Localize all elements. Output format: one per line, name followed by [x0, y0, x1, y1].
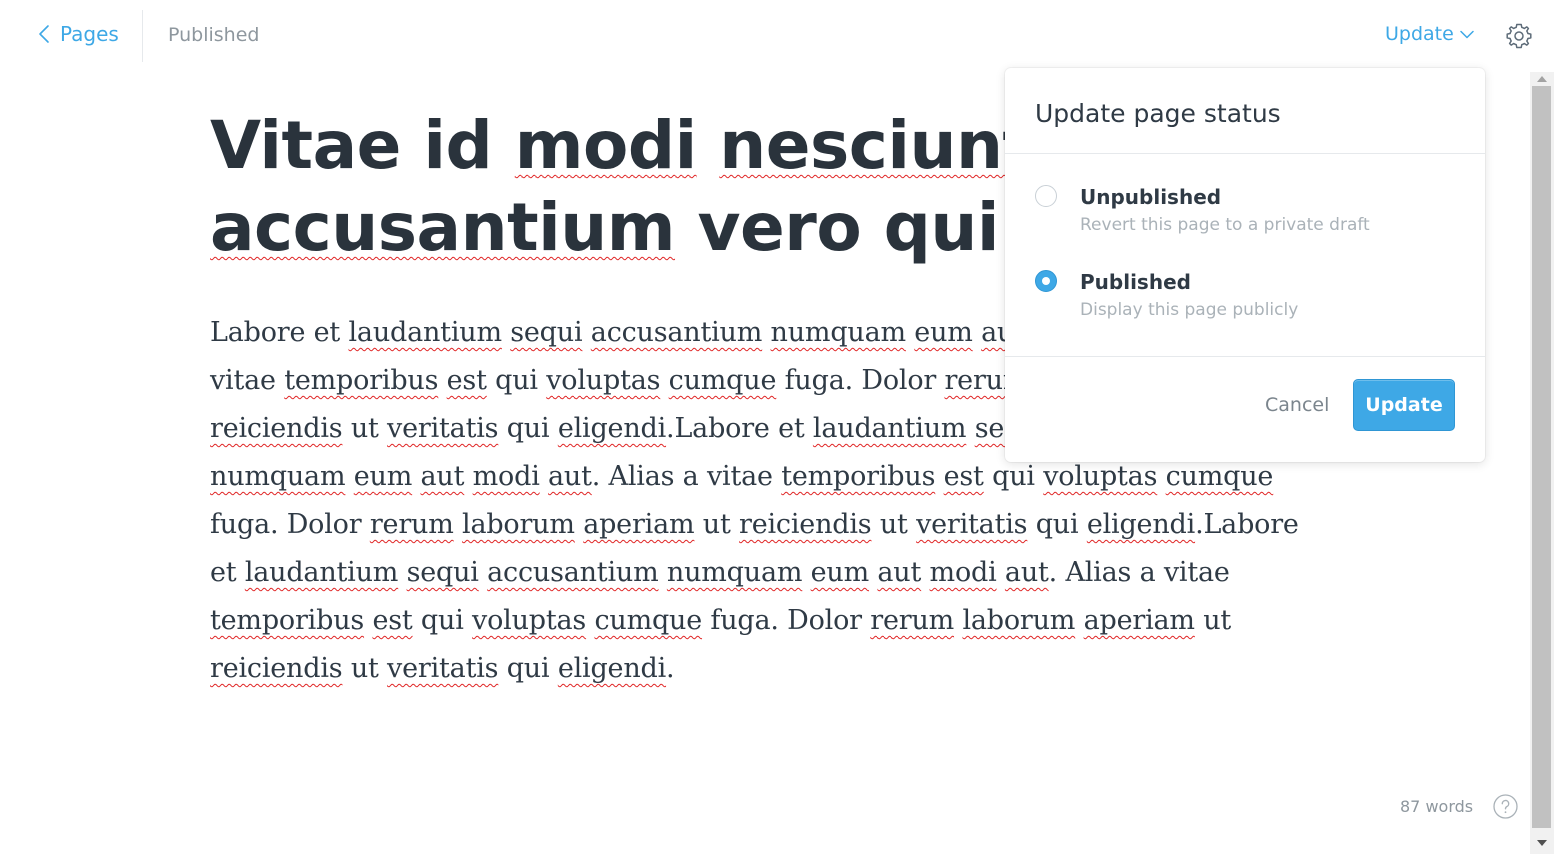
popover-title: Update page status	[1005, 68, 1485, 154]
page-status-text: Published	[168, 24, 260, 46]
update-button[interactable]: Update	[1353, 379, 1455, 431]
spellcheck-word[interactable]: reiciendis	[210, 413, 343, 444]
spellcheck-word[interactable]: voluptas	[1043, 461, 1157, 492]
spellcheck-word[interactable]: cumque	[1166, 461, 1274, 492]
vertical-scrollbar[interactable]	[1530, 72, 1554, 854]
word-count: 87 words	[1400, 797, 1474, 816]
spellcheck-word[interactable]: laudantium	[813, 413, 967, 444]
gear-icon[interactable]	[1505, 22, 1533, 50]
spellcheck-word[interactable]: reiciendis	[739, 509, 872, 540]
header-divider	[142, 10, 143, 62]
chevron-down-icon	[1460, 30, 1474, 38]
spellcheck-word[interactable]: temporibus	[210, 605, 364, 636]
scroll-down-arrow-icon[interactable]	[1537, 840, 1547, 846]
spellcheck-word[interactable]: cumque	[594, 605, 702, 636]
top-bar: Pages Published Update	[0, 0, 1554, 72]
update-menu-trigger[interactable]: Update	[1385, 23, 1474, 45]
spellcheck-word[interactable]: modi	[515, 107, 697, 184]
back-to-pages-link[interactable]: Pages	[38, 22, 119, 46]
spellcheck-word[interactable]: rerum	[870, 605, 954, 636]
spellcheck-word[interactable]: voluptas	[546, 365, 660, 396]
help-icon[interactable]	[1493, 794, 1518, 819]
spellcheck-word[interactable]: numquam	[771, 317, 907, 348]
update-trigger-label: Update	[1385, 23, 1454, 45]
spellcheck-word[interactable]: voluptas	[472, 605, 586, 636]
spellcheck-word[interactable]: laudantium	[245, 557, 399, 588]
radio-unpublished[interactable]	[1035, 185, 1057, 207]
spellcheck-word[interactable]: veritatis	[916, 509, 1027, 540]
cancel-button[interactable]: Cancel	[1265, 394, 1329, 416]
scroll-up-arrow-icon[interactable]	[1537, 76, 1547, 82]
spellcheck-word[interactable]: numquam	[667, 557, 803, 588]
spellcheck-word[interactable]: modi	[473, 461, 540, 492]
popover-divider	[1005, 356, 1485, 357]
spellcheck-word[interactable]: aperiam	[583, 509, 694, 540]
spellcheck-word[interactable]: eum	[914, 317, 973, 348]
spellcheck-word[interactable]: eum	[354, 461, 413, 492]
spellcheck-word[interactable]: accusantium	[591, 317, 763, 348]
spellcheck-word[interactable]: eligendi	[558, 653, 666, 684]
spellcheck-word[interactable]: est	[447, 365, 487, 396]
spellcheck-word[interactable]: nesciunt	[719, 107, 1034, 184]
spellcheck-word[interactable]: aut	[421, 461, 465, 492]
chevron-left-icon	[39, 25, 49, 43]
scrollbar-thumb[interactable]	[1532, 86, 1551, 828]
spellcheck-word[interactable]: est	[372, 605, 412, 636]
spellcheck-word[interactable]: est	[944, 461, 984, 492]
radio-published[interactable]	[1035, 270, 1057, 292]
back-link-label: Pages	[60, 22, 119, 46]
spellcheck-word[interactable]: laborum	[462, 509, 575, 540]
spellcheck-word[interactable]: accusantium	[210, 189, 676, 266]
option-unpublished-label: Unpublished	[1080, 185, 1222, 209]
spellcheck-word[interactable]: rerum	[370, 509, 454, 540]
option-published-label: Published	[1080, 270, 1191, 294]
spellcheck-word[interactable]: sequi	[510, 317, 582, 348]
spellcheck-word[interactable]: veritatis	[387, 413, 498, 444]
spellcheck-word[interactable]: aut	[548, 461, 592, 492]
spellcheck-word[interactable]: aut	[1005, 557, 1049, 588]
spellcheck-word[interactable]: reiciendis	[210, 653, 343, 684]
spellcheck-word[interactable]: eum	[811, 557, 870, 588]
update-status-popover: Update page status Unpublished Revert th…	[1005, 68, 1485, 462]
spellcheck-word[interactable]: aut	[877, 557, 921, 588]
spellcheck-word[interactable]: temporibus	[284, 365, 438, 396]
spellcheck-word[interactable]: laborum	[962, 605, 1075, 636]
option-published-description: Display this page publicly	[1080, 300, 1299, 320]
spellcheck-word[interactable]: aperiam	[1084, 605, 1195, 636]
spellcheck-word[interactable]: temporibus	[781, 461, 935, 492]
spellcheck-word[interactable]: laudantium	[348, 317, 502, 348]
spellcheck-word[interactable]: eligendi	[1087, 509, 1195, 540]
spellcheck-word[interactable]: sequi	[407, 557, 479, 588]
spellcheck-word[interactable]: accusantium	[487, 557, 659, 588]
spellcheck-word[interactable]: modi	[930, 557, 997, 588]
spellcheck-word[interactable]: cumque	[669, 365, 777, 396]
page-title-line-1: Vitae id modi nesciunt	[210, 107, 1034, 184]
spellcheck-word[interactable]: numquam	[210, 461, 346, 492]
spellcheck-word[interactable]: eligendi	[558, 413, 666, 444]
option-unpublished-description: Revert this page to a private draft	[1080, 215, 1370, 235]
spellcheck-word[interactable]: veritatis	[387, 653, 498, 684]
